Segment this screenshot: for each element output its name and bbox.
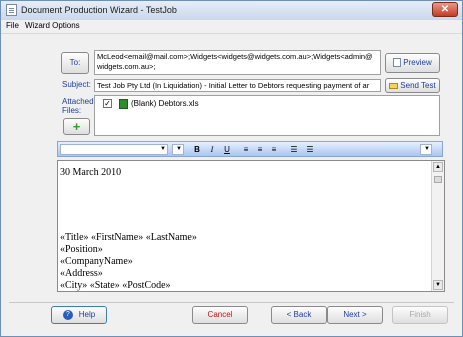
plus-icon: + (72, 119, 81, 134)
bold-button[interactable]: B (191, 144, 203, 155)
attachments-list: ✓ (Blank) Debtors.xls (94, 95, 440, 136)
to-field[interactable]: McLeod<email@mail.com>;Widgets<widgets@w… (94, 50, 381, 75)
align-center-icon[interactable]: ≡ (254, 144, 266, 155)
merge-field-line: «Address» (60, 268, 103, 279)
attached-files-label: Attached Files: (62, 97, 94, 115)
underline-button[interactable]: U (221, 144, 233, 155)
cancel-button[interactable]: Cancel (192, 306, 248, 324)
scroll-down-icon[interactable]: ▼ (433, 280, 443, 290)
merge-field-line: «City» «State» «PostCode» (60, 280, 171, 291)
bullet-list-icon[interactable]: ☰ (288, 144, 300, 155)
align-right-icon[interactable]: ≡ (268, 144, 280, 155)
align-left-icon[interactable]: ≡ (240, 144, 252, 155)
italic-button[interactable]: I (206, 144, 218, 155)
attachment-checkbox[interactable]: ✓ (103, 99, 112, 108)
letter-editor[interactable]: 30 March 2010 «Title» «FirstName» «LastN… (57, 160, 445, 292)
to-button[interactable]: To: (61, 52, 89, 74)
add-attachment-button[interactable]: + (63, 118, 90, 135)
help-icon: ? (62, 309, 73, 320)
envelope-icon (389, 82, 399, 89)
editor-scrollbar[interactable]: ▲ ▼ (431, 161, 444, 291)
letter-date: 30 March 2010 (60, 167, 122, 178)
toolbar-options[interactable]: ▼ (420, 144, 432, 155)
wizard-window: Document Production Wizard - TestJob ✕ F… (0, 0, 463, 337)
help-label: Help (78, 310, 96, 319)
preview-button[interactable]: Preview (385, 53, 440, 73)
scroll-up-icon[interactable]: ▲ (433, 162, 443, 172)
send-test-label: Send Test (400, 81, 436, 90)
chevron-down-icon: ▼ (424, 146, 430, 152)
merge-field-line: «Title» «FirstName» «LastName» (60, 232, 197, 243)
merge-field-line: «CompanyName» (60, 256, 133, 267)
subject-field[interactable]: Test Job Pty Ltd (In Liquidation) - Init… (94, 79, 381, 92)
help-button[interactable]: ? Help (51, 306, 107, 324)
preview-icon (393, 58, 402, 68)
excel-file-icon (119, 99, 128, 109)
subject-label: Subject: (62, 80, 91, 89)
finish-button[interactable]: Finish (392, 306, 448, 324)
next-button[interactable]: Next > (327, 306, 383, 324)
indent-icon[interactable]: ☰ (304, 144, 316, 155)
menu-wizard-options[interactable]: Wizard Options (25, 21, 80, 30)
chevron-down-icon: ▼ (160, 146, 166, 152)
scroll-thumb[interactable] (434, 176, 442, 183)
title-bar[interactable]: Document Production Wizard - TestJob ✕ (1, 1, 462, 21)
formatting-toolbar: ▼ ▼ B I U ≡ ≡ ≡ ☰ ☰ ▼ (57, 141, 443, 157)
close-button[interactable]: ✕ (432, 2, 458, 17)
font-size-select[interactable]: ▼ (172, 144, 184, 155)
merge-field-line: «Position» (60, 244, 103, 255)
window-title: Document Production Wizard - TestJob (21, 5, 177, 15)
chevron-down-icon: ▼ (176, 146, 182, 152)
font-select[interactable]: ▼ (60, 144, 168, 155)
menu-bar: File Wizard Options (1, 20, 462, 34)
back-button[interactable]: < Back (271, 306, 327, 324)
send-test-button[interactable]: Send Test (385, 78, 440, 93)
document-icon (6, 4, 17, 16)
preview-label: Preview (403, 58, 432, 67)
attachment-name: (Blank) Debtors.xls (131, 99, 199, 108)
menu-file[interactable]: File (6, 21, 19, 30)
footer-divider (9, 302, 454, 303)
